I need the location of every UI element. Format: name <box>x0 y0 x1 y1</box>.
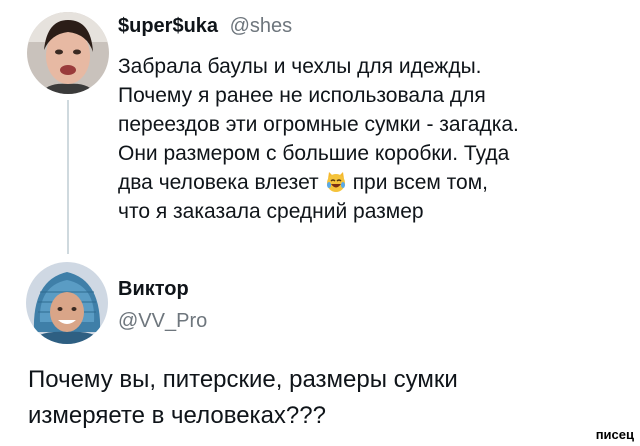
tweet-text-segment: два человека влезет <box>118 171 319 194</box>
tweet-text-line: что я заказала средний размер <box>118 200 424 223</box>
tweet-header: $uper$uka @shes <box>118 14 292 38</box>
author-avatar[interactable] <box>27 12 109 94</box>
author-display-name[interactable]: $uper$uka <box>118 15 218 37</box>
tweet-text-line: два человека влезет при всем том, <box>118 168 588 197</box>
reply-tweet-text: Почему вы, питерские, размеры сумки изме… <box>28 362 628 434</box>
tweet-text-segment: при всем том, <box>352 171 489 194</box>
author-handle[interactable]: @shes <box>230 15 293 37</box>
thread-connector-line <box>67 100 69 254</box>
tweet-text-line: Они размером с большие коробки. Туда <box>118 142 510 165</box>
tweet-text-line: Забрала баулы и чехлы для идежды. <box>118 55 482 78</box>
reply-author-display-name[interactable]: Виктор <box>118 278 189 301</box>
watermark: писец <box>595 427 634 442</box>
tweet-text: Забрала баулы и чехлы для идежды. Почему… <box>118 52 588 226</box>
tweet-text-line: Почему я ранее не использовала для <box>118 84 486 107</box>
tweet-text-line: Почему вы, питерские, размеры сумки <box>28 366 458 393</box>
laughing-tears-cat-icon <box>325 171 347 193</box>
reply-author-handle[interactable]: @VV_Pro <box>118 310 207 333</box>
reply-author-avatar[interactable] <box>26 262 108 344</box>
tweet-text-line: измеряете в человеках??? <box>28 402 326 429</box>
tweet-text-line: переездов эти огромные сумки - загадка. <box>118 113 519 136</box>
